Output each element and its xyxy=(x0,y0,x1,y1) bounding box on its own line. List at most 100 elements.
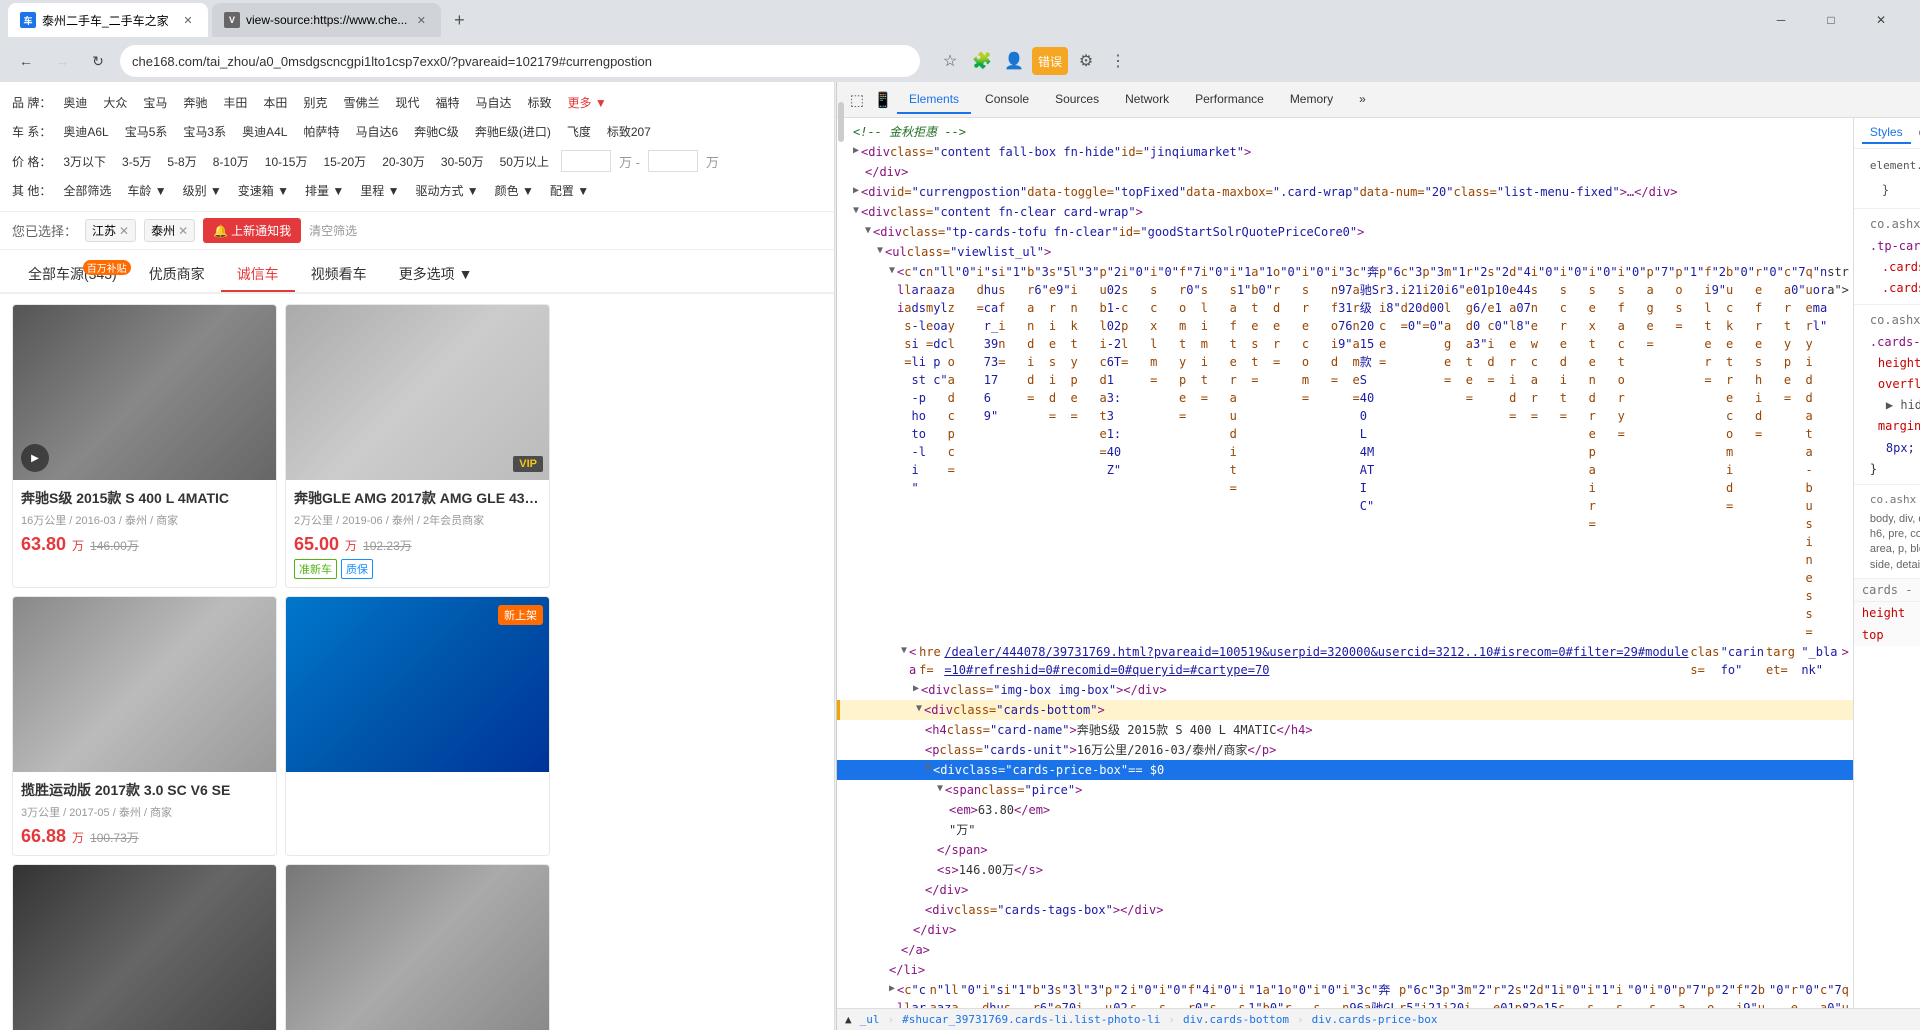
tab-close-2[interactable]: ✕ xyxy=(413,12,429,28)
html-line-div-close-price[interactable]: </div> xyxy=(837,880,1853,900)
filter-series-passat[interactable]: 帕萨特 xyxy=(299,121,343,142)
filter-price-3[interactable]: 3万以下 xyxy=(59,151,110,172)
filter-series-bmw3[interactable]: 宝马3系 xyxy=(179,121,230,142)
new-tab-button[interactable]: + xyxy=(445,6,473,34)
html-line-a-tag[interactable]: ▼ <a href= /dealer/444078/39731769.html?… xyxy=(837,642,1853,680)
tab-more-options[interactable]: 更多选项 ▼ xyxy=(383,258,489,292)
filter-brand-audi[interactable]: 奥迪 xyxy=(59,92,91,113)
html-line-wan-text[interactable]: "万" xyxy=(837,820,1853,840)
filter-brand-benz[interactable]: 奔驰 xyxy=(179,92,211,113)
devtools-tab-elements[interactable]: Elements xyxy=(897,86,971,114)
filter-class[interactable]: 级别 ▼ xyxy=(179,180,226,201)
filter-brand-bmw[interactable]: 宝马 xyxy=(139,92,171,113)
close-button[interactable]: ✕ xyxy=(1858,4,1904,36)
scrollbar-thumb[interactable] xyxy=(838,102,844,142)
filter-brand-honda[interactable]: 本田 xyxy=(259,92,291,113)
notify-button[interactable]: 🔔 上新通知我 xyxy=(203,218,301,243)
bottom-div-link[interactable]: div.cards-bottom xyxy=(1183,1013,1289,1026)
filter-price-5-8[interactable]: 5-8万 xyxy=(163,151,200,172)
html-line-img-box[interactable]: ▶ <div class= "img-box img-box" ></ div> xyxy=(837,680,1853,700)
page-scrollbar[interactable] xyxy=(835,82,836,1030)
filter-series-a4l[interactable]: 奥迪A4L xyxy=(238,121,291,142)
html-panel[interactable]: <!-- 金秋拒惠 --> ▶ <div class= "content fal… xyxy=(837,118,1853,1008)
filter-brand-more[interactable]: 更多 ▼ xyxy=(564,92,611,113)
car-card-1[interactable]: ▶ 奔驰S级 2015款 S 400 L 4MATIC 16万公里 / 2016… xyxy=(12,304,277,588)
tab-close-1[interactable]: ✕ xyxy=(180,12,196,28)
menu-icon[interactable]: ⋮ xyxy=(1104,47,1132,75)
car-card-2[interactable]: VIP 奔驰GLE AMG 2017款 AMG GLE 43 4MATIC 2万… xyxy=(285,304,550,588)
filter-price-10-15[interactable]: 10-15万 xyxy=(261,151,312,172)
filter-price-3-5[interactable]: 3-5万 xyxy=(118,151,155,172)
filter-brand-buick[interactable]: 别克 xyxy=(299,92,331,113)
car-card-5[interactable] xyxy=(12,864,277,1030)
filter-series-bmw5[interactable]: 宝马5系 xyxy=(121,121,172,142)
devtools-tab-more[interactable]: » xyxy=(1347,86,1378,114)
filter-brand-ford[interactable]: 福特 xyxy=(431,92,463,113)
car-card-3[interactable]: 揽胜运动版 2017款 3.0 SC V6 SE 3万公里 / 2017-05 … xyxy=(12,596,277,856)
styles-tab-computed[interactable]: Computed xyxy=(1911,123,1920,143)
html-line-li-long[interactable]: ▼ <li class= "cards-li list-photo-li " n… xyxy=(837,262,1853,642)
filter-price-8-10[interactable]: 8-10万 xyxy=(209,151,253,172)
html-line-li-close[interactable]: </li> xyxy=(837,960,1853,980)
tab-active[interactable]: 车 泰州二手车_二手车之家 ✕ xyxy=(8,3,208,37)
collapse-arrow-5[interactable]: ▼ xyxy=(877,243,883,258)
price-min-input[interactable] xyxy=(561,150,611,172)
minimize-button[interactable]: ─ xyxy=(1758,4,1804,36)
filter-brand-peugeot[interactable]: 标致 xyxy=(524,92,556,113)
filter-series-benzc[interactable]: 奔驰C级 xyxy=(410,121,463,142)
settings-icon[interactable]: ⚙ xyxy=(1072,47,1100,75)
html-line-li2[interactable]: ▶ <li class= "cards-li list-photo-li" na… xyxy=(837,980,1853,1008)
styles-tab-styles[interactable]: Styles xyxy=(1862,122,1911,144)
clear-filter-button[interactable]: 清空筛选 xyxy=(309,222,357,239)
filter-brand-mazda[interactable]: 马自达 xyxy=(472,92,516,113)
tab-credit-car[interactable]: 诚信车 xyxy=(221,258,295,292)
collapse-arrow-3[interactable]: ▼ xyxy=(853,203,859,218)
devtools-inspect-icon[interactable]: ⬚ xyxy=(845,88,869,112)
reload-button[interactable]: ↻ xyxy=(84,47,112,75)
html-line-cards-price-box[interactable]: ▼ <div class= "cards-price-box" == $0 xyxy=(837,760,1853,780)
selected-tag-province[interactable]: 江苏 ✕ xyxy=(85,219,136,242)
filter-config[interactable]: 配置 ▼ xyxy=(546,180,593,201)
tab-quality-dealer[interactable]: 优质商家 xyxy=(133,258,221,292)
html-line-a-close[interactable]: </a> xyxy=(837,940,1853,960)
filter-price-50plus[interactable]: 50万以上 xyxy=(496,151,553,172)
filter-price-30-50[interactable]: 30-50万 xyxy=(437,151,488,172)
html-line-currengpostion[interactable]: ▶ <div id= "currengpostion" data-toggle=… xyxy=(837,182,1853,202)
html-line-span-price[interactable]: ▼ <span class= "pirce" > xyxy=(837,780,1853,800)
devtools-tab-sources[interactable]: Sources xyxy=(1043,86,1111,114)
play-button-1[interactable]: ▶ xyxy=(21,444,49,472)
filter-mileage[interactable]: 里程 ▼ xyxy=(356,180,403,201)
filter-series-a6l[interactable]: 奥迪A6L xyxy=(59,121,112,142)
filter-drive[interactable]: 驱动方式 ▼ xyxy=(411,180,482,201)
forward-button[interactable]: → xyxy=(48,47,76,75)
html-line-comment[interactable]: <!-- 金秋拒惠 --> xyxy=(837,122,1853,142)
collapse-arrow-2[interactable]: ▶ xyxy=(853,183,859,198)
filter-all[interactable]: 全部筛选 xyxy=(59,180,115,201)
html-line-span-close[interactable]: </span> xyxy=(837,840,1853,860)
bottom-ul-link[interactable]: _ul xyxy=(860,1013,880,1026)
html-line-em-price[interactable]: <em> 63.80 </em> xyxy=(837,800,1853,820)
account-icon[interactable]: 👤 xyxy=(1000,47,1028,75)
filter-price-20-30[interactable]: 20-30万 xyxy=(378,151,429,172)
filter-displacement[interactable]: 排量 ▼ xyxy=(301,180,348,201)
filter-price-15-20[interactable]: 15-20万 xyxy=(319,151,370,172)
html-line-div-close-bottom[interactable]: </div> xyxy=(837,920,1853,940)
filter-series-benze[interactable]: 奔驰E级(进口) xyxy=(471,121,555,142)
devtools-tab-memory[interactable]: Memory xyxy=(1278,86,1345,114)
car-card-4[interactable]: 新上架 xyxy=(285,596,550,856)
tab-all-sources[interactable]: 全部车源(343) 百万补贴 xyxy=(12,258,133,292)
devtools-tab-performance[interactable]: Performance xyxy=(1183,86,1276,114)
html-line-content-wrap[interactable]: ▼ <div class= "content fn-clear card-wra… xyxy=(837,202,1853,222)
html-line-cards-bottom[interactable]: ▼ <div class= "cards-bottom" > xyxy=(837,700,1853,720)
collapse-arrow[interactable]: ▶ xyxy=(853,143,859,158)
collapse-arrow-4[interactable]: ▼ xyxy=(865,223,871,238)
devtools-tab-console[interactable]: Console xyxy=(973,86,1041,114)
html-line-cards-tags-box[interactable]: <div class= "cards-tags-box" ></div> xyxy=(837,900,1853,920)
html-line-viewlist-ul[interactable]: ▼ <ul class= "viewlist_ul" > xyxy=(837,242,1853,262)
html-line-h4-card-name[interactable]: <h4 class= "card-name" > 奔驰S级 2015款 S 40… xyxy=(837,720,1853,740)
html-line-s-price[interactable]: <s> 146.00万 </s> xyxy=(837,860,1853,880)
filter-brand-chevy[interactable]: 雪佛兰 xyxy=(339,92,383,113)
bookmark-icon[interactable]: ☆ xyxy=(936,47,964,75)
html-line-div-fallbox[interactable]: ▶ <div class= "content fall-box fn-hide"… xyxy=(837,142,1853,162)
filter-brand-toyota[interactable]: 丰田 xyxy=(219,92,251,113)
